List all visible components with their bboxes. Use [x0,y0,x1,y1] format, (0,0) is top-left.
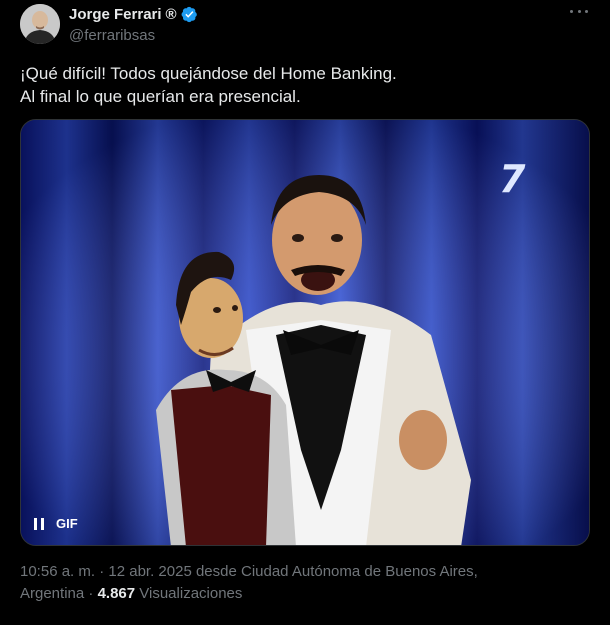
tweet-header: Jorge Ferrari ® @ferraribsas [69,5,198,44]
tweet-text: ¡Qué difícil! Todos quejándose del Home … [20,62,590,108]
gif-controls: GIF [34,516,78,531]
tweet: Jorge Ferrari ® @ferraribsas ¡Qué difíci… [0,0,610,625]
verified-badge-icon[interactable] [181,6,198,23]
meta-line-2: Argentina · 4.867 Visualizaciones [20,583,590,605]
location-country: Argentina [20,585,85,602]
gif-frame-image: 7 [21,120,589,545]
avatar[interactable] [20,4,60,44]
more-options-icon[interactable] [570,8,588,14]
channel-logo: 7 [499,157,526,201]
pause-icon[interactable] [34,517,44,530]
views-label: Visualizaciones [135,585,243,602]
name-row: Jorge Ferrari ® [69,5,198,23]
avatar-photo [20,4,60,44]
tweet-text-line-2: Al final lo que querían era presencial. [20,87,301,106]
gif-media[interactable]: 7 GIF [20,119,590,546]
display-name[interactable]: Jorge Ferrari [69,6,162,23]
meta-separator: · [84,585,98,602]
tweet-meta: 10:56 a. m. · 12 abr. 2025 desde Ciudad … [20,561,590,605]
views-count: 4.867 [97,585,136,602]
registered-mark: ® [165,5,177,23]
timestamp-location[interactable]: 10:56 a. m. · 12 abr. 2025 desde Ciudad … [20,561,590,583]
gif-badge: GIF [56,516,78,531]
user-handle[interactable]: @ferraribsas [69,27,198,44]
tweet-text-line-1: ¡Qué difícil! Todos quejándose del Home … [20,64,397,83]
